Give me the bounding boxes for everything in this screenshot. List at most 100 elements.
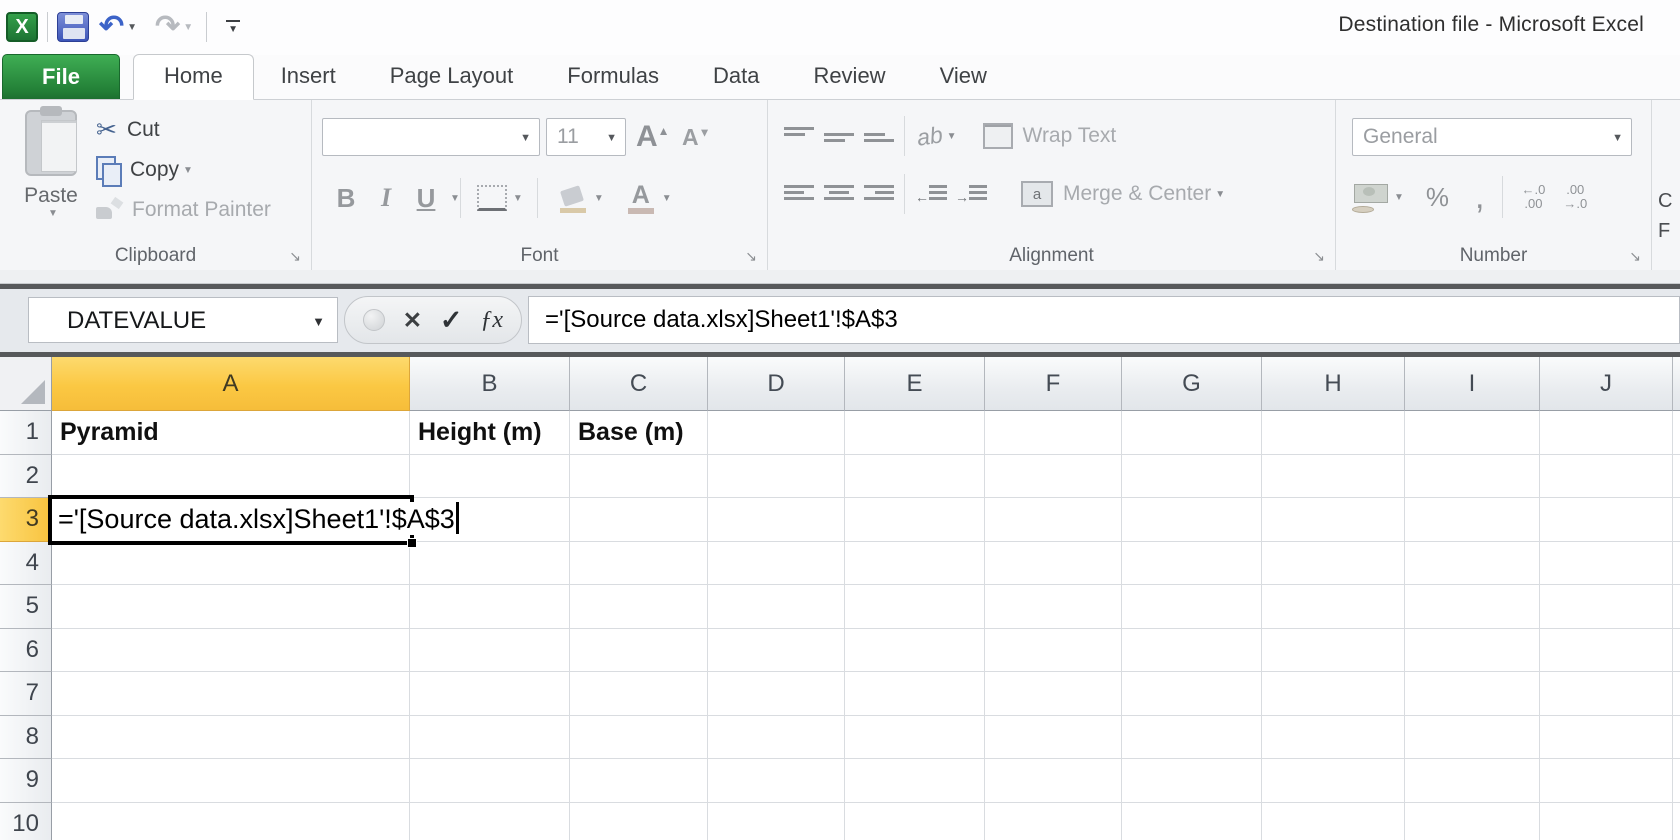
underline-button[interactable]: U [406,183,446,214]
cell-H4[interactable] [1262,542,1405,586]
tab-page-layout[interactable]: Page Layout [363,54,541,99]
cell-J1[interactable] [1540,411,1673,455]
cell-E10[interactable] [845,803,985,840]
wrap-text-icon[interactable] [983,123,1013,149]
tab-view[interactable]: View [913,54,1014,99]
cell-C3[interactable] [570,498,708,542]
cell-A8[interactable] [52,716,410,760]
cell-I4[interactable] [1405,542,1540,586]
cell-E7[interactable] [845,672,985,716]
column-header-a[interactable]: A [52,357,410,411]
cell-E8[interactable] [845,716,985,760]
font-color-button[interactable]: A [624,183,658,214]
orientation-dropdown-icon[interactable]: ▼ [947,131,957,142]
cell-D7[interactable] [708,672,845,716]
tab-review[interactable]: Review [786,54,912,99]
cell-D10[interactable] [708,803,845,840]
cell-C10[interactable] [570,803,708,840]
row-header-10[interactable]: 10 [0,803,52,840]
cell-C1[interactable]: Base (m) [570,411,708,455]
cell-D1[interactable] [708,411,845,455]
row-header-4[interactable]: 4 [0,542,52,586]
cell-A9[interactable] [52,759,410,803]
insert-function-button[interactable]: ƒx [480,307,503,334]
percent-style-button[interactable]: % [1426,182,1449,213]
align-right-button[interactable] [864,182,894,206]
name-box[interactable]: DATEVALUE ▼ [28,297,338,343]
cell-E1[interactable] [845,411,985,455]
cell-J5[interactable] [1540,585,1673,629]
cell-F1[interactable] [985,411,1122,455]
cell-J8[interactable] [1540,716,1673,760]
cell-H10[interactable] [1262,803,1405,840]
column-header-d[interactable]: D [708,357,845,411]
formula-input[interactable]: ='[Source data.xlsx]Sheet1'!$A$3 [528,296,1680,344]
cell-H5[interactable] [1262,585,1405,629]
row-header-5[interactable]: 5 [0,585,52,629]
cell-I5[interactable] [1405,585,1540,629]
redo-dropdown-icon[interactable]: ▼ [183,22,193,33]
select-all-button[interactable] [0,357,52,411]
column-header-c[interactable]: C [570,357,708,411]
cell-H3[interactable] [1262,498,1405,542]
row-header-2[interactable]: 2 [0,455,52,499]
cell-B1[interactable]: Height (m) [410,411,570,455]
cell-G8[interactable] [1122,716,1262,760]
cell-J3[interactable] [1540,498,1673,542]
column-header-g[interactable]: G [1122,357,1262,411]
cell-J4[interactable] [1540,542,1673,586]
tab-home[interactable]: Home [133,54,254,100]
cell-I3[interactable] [1405,498,1540,542]
column-header-i[interactable]: I [1405,357,1540,411]
cell-H6[interactable] [1262,629,1405,673]
increase-decimal-button[interactable]: ←.0 .00 [1521,183,1545,211]
cell-E2[interactable] [845,455,985,499]
top-align-button[interactable] [784,124,814,148]
column-header-f[interactable]: F [985,357,1122,411]
cell-A6[interactable] [52,629,410,673]
comma-style-button[interactable]: , [1475,190,1484,204]
increase-indent-button[interactable]: → [955,182,987,206]
cell-A1[interactable]: Pyramid [52,411,410,455]
cell-G3[interactable] [1122,498,1262,542]
cell-F2[interactable] [985,455,1122,499]
column-header-h[interactable]: H [1262,357,1405,411]
cell-D6[interactable] [708,629,845,673]
cancel-button[interactable]: ✕ [403,307,422,334]
cell-J2[interactable] [1540,455,1673,499]
cell-C2[interactable] [570,455,708,499]
copy-dropdown-icon[interactable]: ▼ [183,165,193,176]
borders-button-icon[interactable] [477,185,507,211]
row-header-9[interactable]: 9 [0,759,52,803]
cell-E3[interactable] [845,498,985,542]
cell-B10[interactable] [410,803,570,840]
number-format-combobox[interactable]: General ▼ [1352,118,1632,156]
cell-F8[interactable] [985,716,1122,760]
cell-C9[interactable] [570,759,708,803]
alignment-dialog-launcher-icon[interactable]: ↘ [1313,248,1325,265]
cell-I2[interactable] [1405,455,1540,499]
cell-H2[interactable] [1262,455,1405,499]
decrease-indent-button[interactable]: ← [915,182,947,206]
excel-logo-icon[interactable]: X [6,12,38,42]
orientation-button[interactable]: ab [915,121,944,151]
cell-E9[interactable] [845,759,985,803]
cell-B7[interactable] [410,672,570,716]
cell-D3[interactable] [708,498,845,542]
bottom-align-button[interactable] [864,124,894,148]
cell-F6[interactable] [985,629,1122,673]
align-left-button[interactable] [784,182,814,206]
borders-dropdown-icon[interactable]: ▼ [513,193,523,204]
font-name-dropdown-icon[interactable]: ▼ [520,132,531,144]
font-size-combobox[interactable]: 11 ▼ [546,118,626,156]
cell-D2[interactable] [708,455,845,499]
tab-file[interactable]: File [2,54,120,99]
cell-I1[interactable] [1405,411,1540,455]
column-header-e[interactable]: E [845,357,985,411]
bold-button[interactable]: B [326,183,366,214]
cell-G6[interactable] [1122,629,1262,673]
redo-button[interactable]: ↷ [155,12,180,42]
paste-dropdown-icon[interactable]: ▼ [48,208,58,219]
cell-G9[interactable] [1122,759,1262,803]
cell-B5[interactable] [410,585,570,629]
